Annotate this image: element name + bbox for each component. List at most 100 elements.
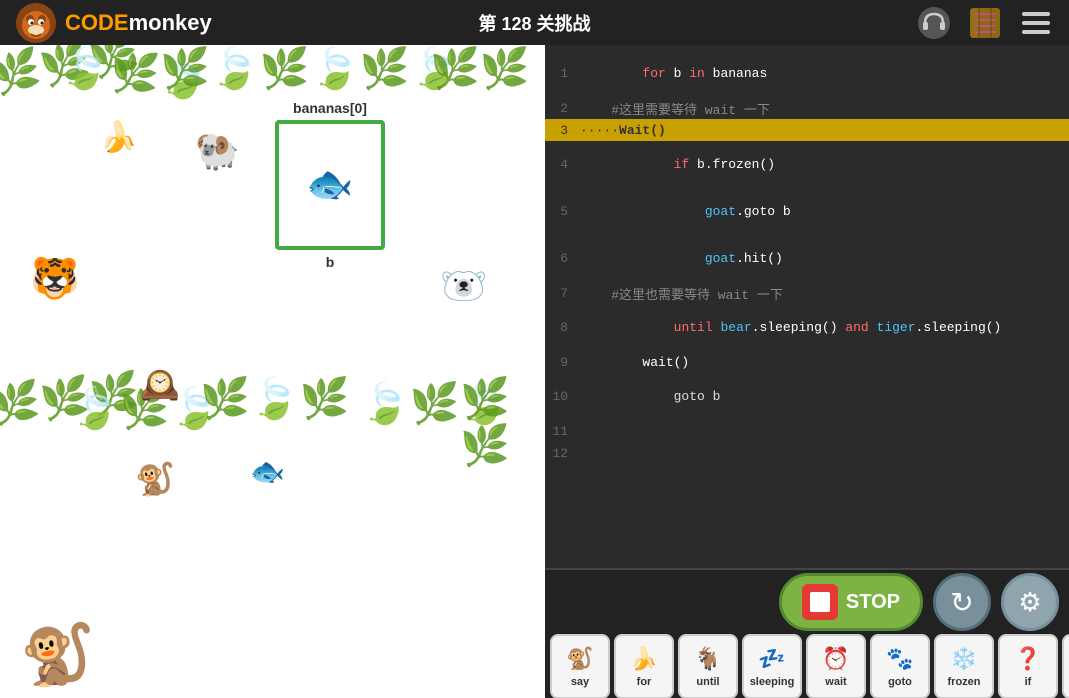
code-line-1: 1 for b in bananas	[545, 50, 1069, 97]
code-line-12: 12	[545, 442, 1069, 464]
line-content-1: for b in bananas	[580, 51, 767, 96]
line-num-1: 1	[545, 66, 580, 81]
code-panel: 1 for b in bananas 2 #这里需要等待 wait 一下 3 ·…	[545, 45, 1069, 698]
cmd-until-label: until	[696, 676, 719, 688]
logo-monkey-icon	[15, 2, 57, 44]
cmd-frozen-icon: ❄️	[946, 644, 982, 674]
cmd-wait-icon: ⏰	[818, 644, 854, 674]
logo-code: CODE	[65, 10, 129, 35]
player-monkey-sprite: 🐒	[20, 619, 95, 690]
menu-button[interactable]	[1018, 5, 1054, 41]
line-num-7: 7	[545, 286, 580, 301]
line-content-8: until bear.sleeping() and tiger.sleeping…	[580, 305, 1001, 350]
cmd-say-icon: 🐒	[562, 644, 598, 674]
bracket-container: 🐟	[275, 120, 385, 250]
logo-text: CODEmonkey	[65, 10, 212, 36]
challenge-title: 第 128 关挑战	[478, 10, 590, 36]
cmd-frozen-button[interactable]: ❄️ frozen	[934, 634, 994, 698]
bracket-array: bananas[0] 🐟 b	[270, 100, 390, 270]
code-line-7: 7 #这里也需要等待 wait 一下	[545, 282, 1069, 304]
clock-item: 🕰️	[140, 365, 180, 403]
cmd-until-button[interactable]: 🐐 until	[678, 634, 738, 698]
code-editor[interactable]: 1 for b in bananas 2 #这里需要等待 wait 一下 3 ·…	[545, 45, 1069, 568]
cmd-frozen-label: frozen	[948, 676, 981, 688]
cmd-if-label: if	[1025, 676, 1032, 688]
cmd-wait-label: wait	[825, 676, 846, 688]
logo-monkey: monkey	[129, 10, 212, 35]
code-line-11: 11	[545, 420, 1069, 442]
ram-sprite: 🐏	[195, 130, 240, 172]
cmd-goto-label: goto	[888, 676, 912, 688]
line-num-8: 8	[545, 320, 580, 335]
line-content-9: wait()	[580, 355, 689, 370]
headphone-icon	[917, 6, 951, 40]
gear-icon: ⚙	[1018, 587, 1041, 618]
line-num-6: 6	[545, 251, 580, 266]
cmd-if-icon: ❓	[1010, 644, 1046, 674]
small-monkey-sprite: 🐒	[135, 460, 175, 498]
line-num-5: 5	[545, 204, 580, 219]
game-canvas: 🌿🌿🌿 🍃🌿🍃 🌿🍃🌿 🍃🌿🍃 🌿🌿 🌿🌿🌿 🍃🌿🍃 🌿🍃🌿 🍃🌿🍃 🌿🌿 🍌 …	[0, 45, 545, 698]
line-content-5: goat.goto b	[580, 189, 791, 234]
cmd-for-icon: 🍌	[626, 644, 662, 674]
code-line-5: 5 goat.goto b	[545, 188, 1069, 235]
banana-item: 🍌	[100, 120, 137, 155]
vine-mid5: 🌿🌿	[460, 375, 545, 469]
cmd-say-label: say	[571, 676, 589, 688]
cmd-wait-button[interactable]: ⏰ wait	[806, 634, 866, 698]
code-line-8: 8 until bear.sleeping() and tiger.sleepi…	[545, 304, 1069, 351]
header-controls	[916, 5, 1054, 41]
settings-button[interactable]: ⚙	[1001, 573, 1059, 631]
bottom-toolbar: STOP ↻ ⚙ 🐒 say 🍌 for	[545, 568, 1069, 698]
line-num-12: 12	[545, 446, 580, 461]
cmd-and-button[interactable]: ➕ and	[1062, 634, 1069, 698]
cmd-for-label: for	[637, 676, 652, 688]
cmd-sleeping-icon: 💤	[754, 644, 790, 674]
line-num-2: 2	[545, 101, 580, 116]
refresh-icon: ↻	[950, 586, 973, 619]
refresh-button[interactable]: ↻	[933, 573, 991, 631]
stop-label: STOP	[846, 591, 900, 614]
map-icon	[968, 6, 1002, 40]
action-buttons-row: STOP ↻ ⚙	[545, 570, 1069, 634]
line-num-4: 4	[545, 157, 580, 172]
code-line-9: 9 wait()	[545, 351, 1069, 373]
bear-sprite: 🐯	[30, 255, 80, 302]
cmd-goto-icon: 🐾	[882, 644, 918, 674]
audio-button[interactable]	[916, 5, 952, 41]
line-content-10: goto b	[580, 374, 720, 419]
item-in-bracket: 🐟	[306, 163, 353, 207]
vine-mid3: 🌿🍃🌿	[200, 375, 349, 422]
cmd-say-button[interactable]: 🐒 say	[550, 634, 610, 698]
cmd-if-button[interactable]: ❓ if	[998, 634, 1058, 698]
fish-item: 🐟	[250, 455, 285, 488]
line-num-11: 11	[545, 424, 580, 439]
map-button[interactable]	[967, 5, 1003, 41]
cmd-until-icon: 🐐	[690, 644, 726, 674]
stop-button[interactable]: STOP	[779, 573, 923, 631]
vine-decoration3: 🌿🍃🌿	[160, 45, 309, 92]
line-content-2: #这里需要等待 wait 一下	[580, 99, 770, 118]
code-line-6: 6 goat.hit()	[545, 235, 1069, 282]
line-content-3: ·····Wait()	[580, 123, 666, 138]
bracket-label: bananas[0]	[293, 100, 367, 116]
line-content-6: goat.hit()	[580, 236, 783, 281]
line-content-7: #这里也需要等待 wait 一下	[580, 284, 783, 303]
header: CODEmonkey 第 128 关挑战	[0, 0, 1069, 45]
line-num-10: 10	[545, 389, 580, 404]
code-line-2: 2 #这里需要等待 wait 一下	[545, 97, 1069, 119]
command-buttons-row: 🐒 say 🍌 for 🐐 until 💤 sleeping ⏰ wait	[545, 634, 1069, 698]
cmd-sleeping-label: sleeping	[750, 676, 795, 688]
stop-icon	[802, 584, 838, 620]
cmd-for-button[interactable]: 🍌 for	[614, 634, 674, 698]
code-line-4: 4 if b.frozen()	[545, 141, 1069, 188]
bracket-b-label: b	[326, 254, 335, 270]
code-line-3: 3 ·····Wait()	[545, 119, 1069, 141]
cmd-sleeping-button[interactable]: 💤 sleeping	[742, 634, 802, 698]
cmd-goto-button[interactable]: 🐾 goto	[870, 634, 930, 698]
vine-decoration5: 🌿🌿	[430, 45, 530, 92]
code-line-10: 10 goto b	[545, 373, 1069, 420]
logo: CODEmonkey	[15, 2, 212, 44]
line-num-3: 3	[545, 123, 580, 138]
line-num-9: 9	[545, 355, 580, 370]
